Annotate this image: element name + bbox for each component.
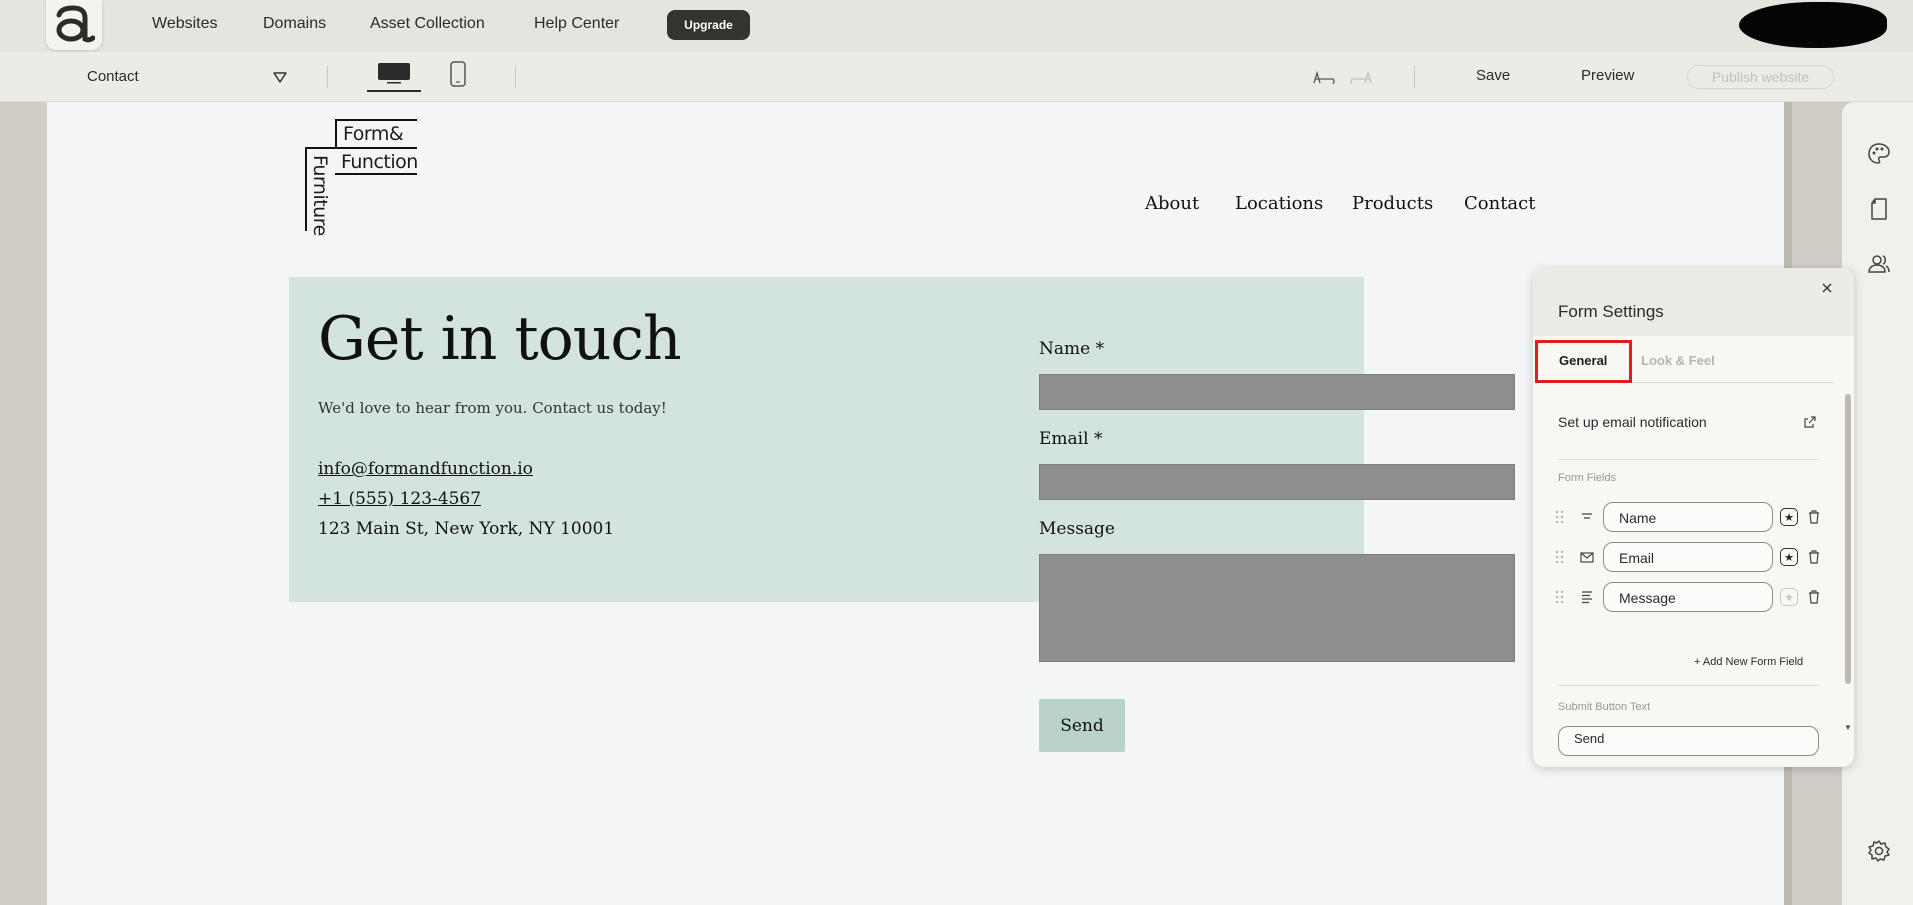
nav-websites[interactable]: Websites <box>152 15 218 33</box>
contact-email-link[interactable]: info@formandfunction.io <box>318 459 533 479</box>
drag-handle-icon[interactable] <box>1555 590 1565 604</box>
trash-icon[interactable] <box>1807 549 1821 565</box>
hero-subtitle: We'd love to hear from you. Contact us t… <box>318 399 667 417</box>
nav-help-center[interactable]: Help Center <box>534 15 619 33</box>
required-star-icon[interactable]: ★ <box>1780 508 1798 526</box>
page-selector[interactable]: Contact <box>87 68 139 85</box>
form-label-name: Name * <box>1039 339 1105 359</box>
site-nav-locations[interactable]: Locations <box>1235 193 1323 214</box>
triangle-down-icon[interactable] <box>271 69 289 85</box>
section-divider <box>1558 685 1819 686</box>
undo-icon[interactable] <box>1311 67 1337 89</box>
form-field-row: Email ★ <box>1533 542 1854 572</box>
tab-highlight-box <box>1535 340 1632 383</box>
external-link-icon[interactable] <box>1803 415 1817 429</box>
form-field-row: Message ★ <box>1533 582 1854 612</box>
drag-handle-icon[interactable] <box>1555 550 1565 564</box>
site-nav-contact[interactable]: Contact <box>1464 193 1535 214</box>
required-star-icon[interactable]: ★ <box>1780 588 1798 606</box>
section-divider <box>1558 459 1819 460</box>
short-text-icon <box>1582 513 1592 519</box>
field-name-input[interactable]: Message <box>1603 582 1773 612</box>
brand-a-logo-icon <box>56 5 95 43</box>
editor-toolbar: Contact Save Preview Publish website <box>0 52 1913 102</box>
site-logo-line2: Function <box>335 147 418 175</box>
field-name-input[interactable]: Email <box>1603 542 1773 572</box>
top-navigation-bar: Websites Domains Asset Collection Help C… <box>0 0 1913 52</box>
panel-title: Form Settings <box>1558 302 1664 321</box>
field-name-input[interactable]: Name <box>1603 502 1773 532</box>
save-button[interactable]: Save <box>1476 67 1510 84</box>
trash-icon[interactable] <box>1807 509 1821 525</box>
preview-button[interactable]: Preview <box>1581 67 1634 84</box>
page-icon[interactable] <box>1867 197 1891 221</box>
paragraph-icon <box>1582 591 1592 604</box>
brand-logo[interactable] <box>46 0 102 50</box>
contact-address: 123 Main St, New York, NY 10001 <box>318 519 615 539</box>
toolbar-divider <box>515 66 516 88</box>
users-icon[interactable] <box>1867 252 1891 276</box>
site-logo-vertical: Furniture <box>305 147 337 236</box>
required-star-icon[interactable]: ★ <box>1780 548 1798 566</box>
panel-scrollbar[interactable] <box>1845 394 1851 684</box>
site-logo-line1: Form& <box>335 119 417 147</box>
scroll-down-arrow-icon[interactable]: ▼ <box>1844 723 1852 732</box>
site-nav-about[interactable]: About <box>1145 193 1199 214</box>
form-settings-panel: Form Settings General Look & Feel ▼ Set … <box>1533 268 1854 767</box>
gear-icon[interactable] <box>1867 839 1891 863</box>
toolbar-divider <box>327 66 328 88</box>
redo-icon[interactable] <box>1348 67 1374 89</box>
tab-look-and-feel[interactable]: Look & Feel <box>1641 353 1715 368</box>
close-icon[interactable] <box>1819 280 1835 296</box>
email-notification-link[interactable]: Set up email notification <box>1558 414 1707 430</box>
site-nav-products[interactable]: Products <box>1352 193 1433 214</box>
site-logo-line3: Furniture <box>309 155 331 236</box>
form-label-email: Email * <box>1039 429 1103 449</box>
form-fields-label: Form Fields <box>1558 472 1617 484</box>
site-logo[interactable]: Form& Function Furniture <box>305 119 425 236</box>
upgrade-button[interactable]: Upgrade <box>667 10 750 40</box>
envelope-icon <box>1580 552 1594 563</box>
form-label-message: Message <box>1039 519 1115 539</box>
add-form-field-button[interactable]: + Add New Form Field <box>1694 656 1803 668</box>
nav-asset-collection[interactable]: Asset Collection <box>370 15 485 33</box>
submit-button-text-label: Submit Button Text <box>1558 701 1651 713</box>
trash-icon[interactable] <box>1807 589 1821 605</box>
submit-button-text-input[interactable]: Send <box>1558 726 1819 756</box>
hero-title: Get in touch <box>318 304 682 374</box>
form-input-name[interactable] <box>1039 374 1515 410</box>
mobile-view-icon[interactable] <box>448 60 468 88</box>
desktop-view-button[interactable] <box>367 60 421 92</box>
form-input-email[interactable] <box>1039 464 1515 500</box>
form-field-row: Name ★ <box>1533 502 1854 532</box>
toolbar-divider <box>1414 66 1415 88</box>
user-avatar[interactable] <box>1739 2 1887 48</box>
contact-phone-link[interactable]: +1 (555) 123-4567 <box>318 489 481 509</box>
desktop-icon <box>378 63 410 84</box>
form-input-message[interactable] <box>1039 554 1515 662</box>
drag-handle-icon[interactable] <box>1555 510 1565 524</box>
nav-domains[interactable]: Domains <box>263 15 326 33</box>
publish-website-button[interactable]: Publish website <box>1687 65 1834 89</box>
palette-icon[interactable] <box>1867 142 1891 166</box>
form-send-button[interactable]: Send <box>1039 699 1125 752</box>
